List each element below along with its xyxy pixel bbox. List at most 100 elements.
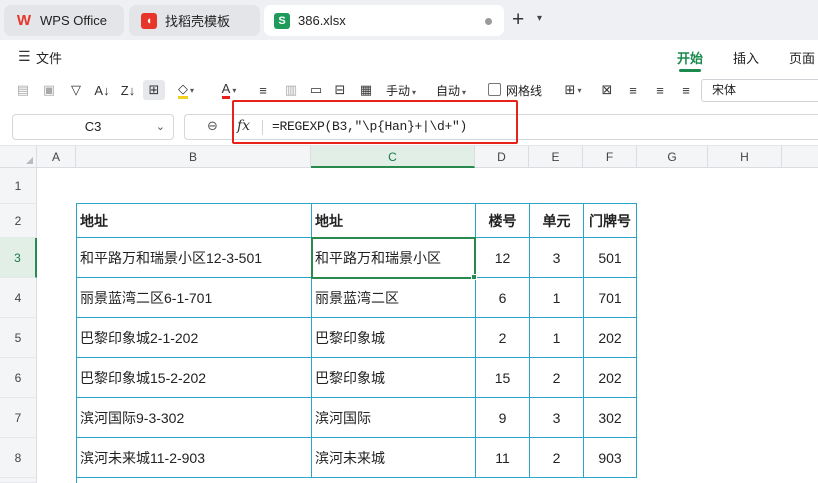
cell-c4[interactable]: 丽景蓝湾二区 bbox=[312, 278, 476, 318]
wrap-text-icon[interactable]: ≡ bbox=[254, 80, 272, 100]
tab-file-386[interactable]: S 386.xlsx bbox=[264, 5, 504, 36]
column-header-next[interactable] bbox=[782, 146, 818, 168]
cell-c2[interactable]: 地址 bbox=[312, 204, 476, 238]
row-header-4[interactable]: 4 bbox=[0, 278, 37, 318]
format-painter-icon[interactable]: ▣ bbox=[40, 80, 58, 100]
row-header-3[interactable]: 3 bbox=[0, 238, 37, 278]
row-header-6[interactable]: 6 bbox=[0, 358, 37, 398]
cell-b4[interactable]: 丽景蓝湾二区6-1-701 bbox=[77, 278, 312, 318]
zoom-search-icon[interactable]: ⊖ bbox=[207, 118, 218, 134]
merge-icon[interactable]: ▥ bbox=[282, 80, 300, 100]
cell-e2[interactable]: 单元 bbox=[530, 204, 584, 238]
corner-triangle-icon bbox=[26, 157, 33, 164]
align-left-icon[interactable]: ≡ bbox=[624, 80, 642, 100]
column-header-b[interactable]: B bbox=[76, 146, 311, 168]
column-header-f[interactable]: F bbox=[583, 146, 637, 168]
cell-d2[interactable]: 楼号 bbox=[476, 204, 530, 238]
cell-f2[interactable]: 门牌号 bbox=[584, 204, 637, 238]
sort-ascending-icon[interactable]: A↓ bbox=[92, 80, 112, 100]
select-all-corner[interactable] bbox=[0, 146, 37, 168]
cell-b5[interactable]: 巴黎印象城2-1-202 bbox=[77, 318, 312, 358]
row-header-1[interactable]: 1 bbox=[0, 168, 37, 204]
borders-icon[interactable]: ⊞ bbox=[143, 80, 165, 100]
menu-file[interactable]: 文件 bbox=[36, 48, 62, 67]
align-center-icon[interactable]: ≡ bbox=[651, 80, 669, 100]
column-header-e[interactable]: E bbox=[529, 146, 583, 168]
cell-c7[interactable]: 滨河国际 bbox=[312, 398, 476, 438]
cell-c6[interactable]: 巴黎印象城 bbox=[312, 358, 476, 398]
tab-close-dot-icon[interactable] bbox=[485, 18, 492, 25]
new-tab-plus-icon[interactable]: + bbox=[512, 7, 524, 33]
paste-icon[interactable]: ▤ bbox=[14, 80, 32, 100]
clear-format-icon[interactable]: ⊠ bbox=[598, 80, 616, 100]
spreadsheet-icon: S bbox=[274, 12, 290, 29]
auto-calc-button[interactable]: 自动 ▾ bbox=[436, 82, 466, 99]
cell-b7[interactable]: 滨河国际9-3-302 bbox=[77, 398, 312, 438]
column-header-d[interactable]: D bbox=[475, 146, 529, 168]
name-box-chevron-icon[interactable]: ⌄ bbox=[156, 115, 165, 139]
cell-e5[interactable]: 1 bbox=[530, 318, 584, 358]
fill-color-icon[interactable]: ◇ ▾ bbox=[171, 80, 201, 100]
ribbon-tab-page[interactable]: 页面 bbox=[789, 48, 815, 67]
active-cell-selection bbox=[311, 237, 476, 279]
cell-e8[interactable]: 2 bbox=[530, 438, 584, 478]
cell-d8[interactable]: 11 bbox=[476, 438, 530, 478]
worksheet-icon[interactable]: ⊟ bbox=[331, 80, 349, 100]
cell-f3[interactable]: 501 bbox=[584, 238, 637, 278]
cell-d3[interactable]: 12 bbox=[476, 238, 530, 278]
cell-b6[interactable]: 巴黎印象城15-2-202 bbox=[77, 358, 312, 398]
cell-f6[interactable]: 202 bbox=[584, 358, 637, 398]
cell-f8[interactable]: 903 bbox=[584, 438, 637, 478]
cell-e7[interactable]: 3 bbox=[530, 398, 584, 438]
row-header-5[interactable]: 5 bbox=[0, 318, 37, 358]
fill-handle[interactable] bbox=[471, 274, 477, 280]
sort-descending-icon[interactable]: Z↓ bbox=[118, 80, 138, 100]
cell-d5[interactable]: 2 bbox=[476, 318, 530, 358]
ribbon-tab-insert[interactable]: 插入 bbox=[733, 48, 759, 67]
cell-b3[interactable]: 和平路万和瑞景小区12-3-501 bbox=[77, 238, 312, 278]
row-header-9[interactable] bbox=[0, 478, 37, 483]
column-header-h[interactable]: H bbox=[708, 146, 782, 168]
name-box[interactable]: C3 ⌄ bbox=[12, 114, 174, 140]
column-header-c[interactable]: C bbox=[311, 146, 475, 168]
tab-wps-office[interactable]: W WPS Office bbox=[4, 5, 124, 36]
ribbon-tab-home[interactable]: 开始 bbox=[677, 48, 703, 67]
filter-icon[interactable]: ▽ bbox=[67, 80, 85, 100]
cell-f7[interactable]: 302 bbox=[584, 398, 637, 438]
cell-d7[interactable]: 9 bbox=[476, 398, 530, 438]
align-right-icon[interactable]: ≡ bbox=[677, 80, 695, 100]
row-header-8[interactable]: 8 bbox=[0, 438, 37, 478]
name-box-value: C3 bbox=[84, 119, 102, 134]
tab-dropdown-chevron-icon[interactable]: ▾ bbox=[537, 13, 542, 24]
column-header-a[interactable]: A bbox=[37, 146, 76, 168]
cell-c8[interactable]: 滨河未来城 bbox=[312, 438, 476, 478]
manual-calc-button[interactable]: 手动 ▾ bbox=[386, 82, 416, 99]
hamburger-menu-icon[interactable]: ☰ bbox=[18, 48, 31, 65]
tab-file-label: 386.xlsx bbox=[298, 13, 346, 28]
freeze-panes-icon[interactable]: ▦ bbox=[357, 80, 375, 100]
formula-highlight-box bbox=[232, 100, 518, 144]
font-color-icon[interactable]: A ▾ bbox=[214, 80, 244, 100]
row-header-7[interactable]: 7 bbox=[0, 398, 37, 438]
cell-e4[interactable]: 1 bbox=[530, 278, 584, 318]
tab-wps-label: WPS Office bbox=[40, 13, 107, 28]
cell-f4[interactable]: 701 bbox=[584, 278, 637, 318]
tab-template-label: 找稻壳模板 bbox=[165, 14, 231, 29]
row-header-2[interactable]: 2 bbox=[0, 204, 37, 238]
gridlines-label: 网格线 bbox=[506, 84, 543, 98]
font-name-select[interactable]: 宋体 bbox=[701, 79, 818, 102]
wps-logo-icon: W bbox=[16, 12, 32, 29]
cell-e3[interactable]: 3 bbox=[530, 238, 584, 278]
cell-b2[interactable]: 地址 bbox=[77, 204, 312, 238]
column-header-g[interactable]: G bbox=[637, 146, 708, 168]
cell-d6[interactable]: 15 bbox=[476, 358, 530, 398]
row-col-icon[interactable]: ▭ bbox=[307, 80, 325, 100]
cell-c5[interactable]: 巴黎印象城 bbox=[312, 318, 476, 358]
cell-style-icon[interactable]: ⊞ ▾ bbox=[559, 80, 587, 100]
tab-template[interactable]: ◖ 找稻壳模板 bbox=[129, 5, 260, 36]
cell-f5[interactable]: 202 bbox=[584, 318, 637, 358]
cell-e6[interactable]: 2 bbox=[530, 358, 584, 398]
gridlines-checkbox[interactable] bbox=[488, 83, 501, 96]
cell-d4[interactable]: 6 bbox=[476, 278, 530, 318]
cell-b8[interactable]: 滨河未来城11-2-903 bbox=[77, 438, 312, 478]
